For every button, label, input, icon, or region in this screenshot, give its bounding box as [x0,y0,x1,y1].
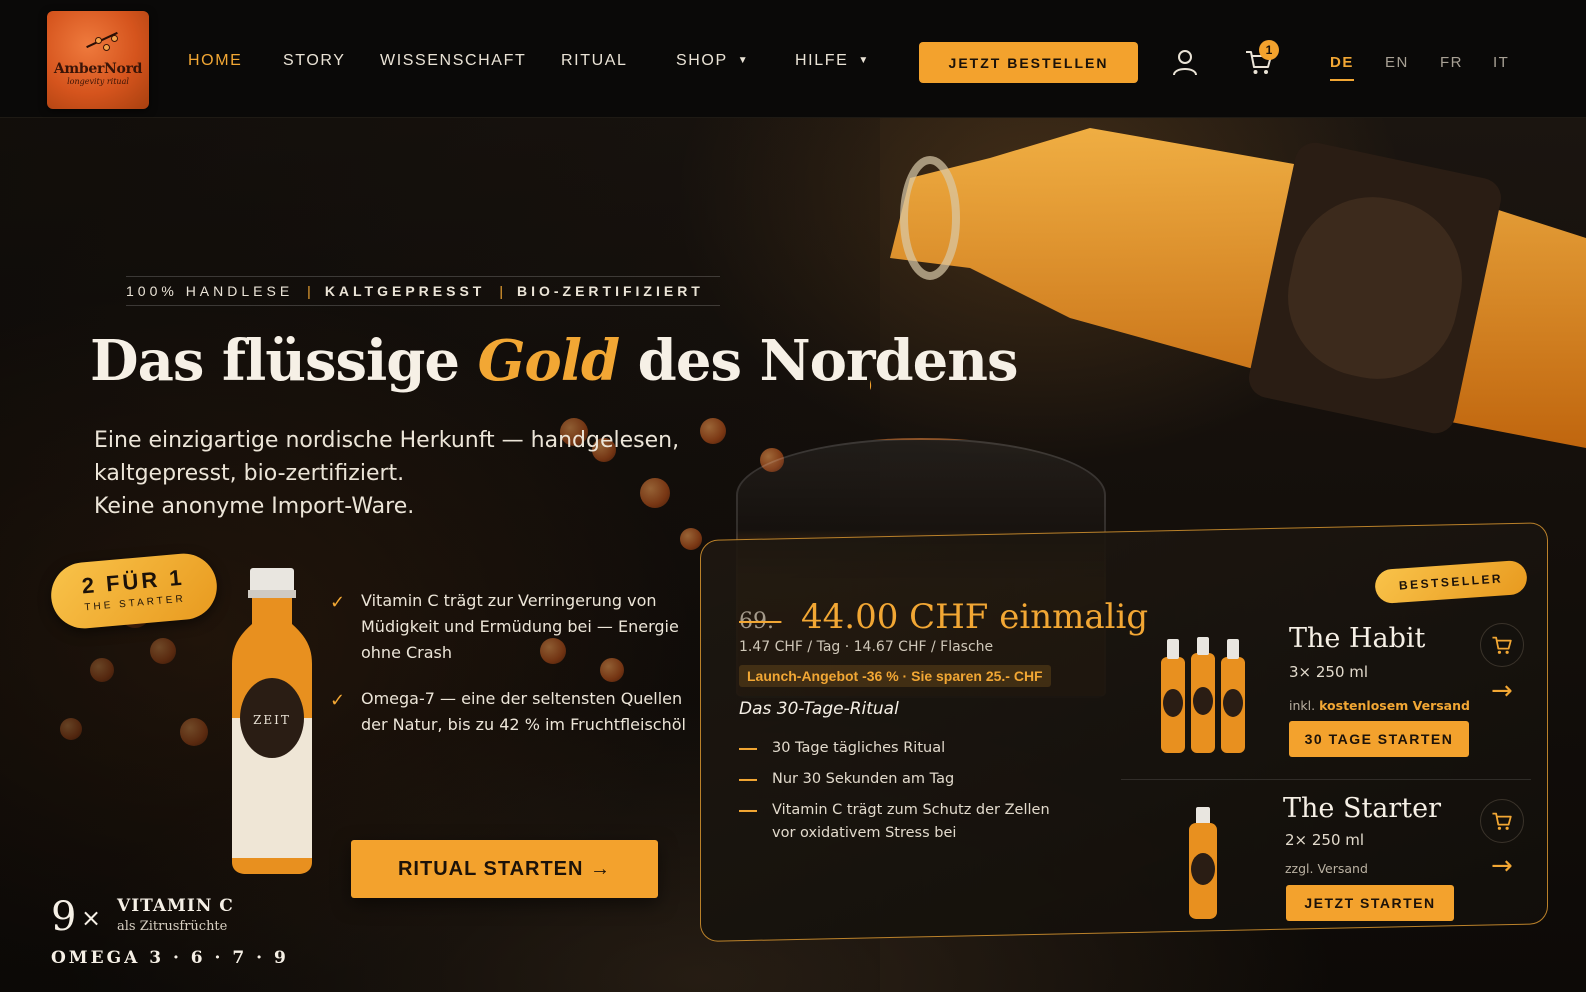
benefit-item: ✓ Vitamin C trägt zur Verringerung von M… [330,588,690,666]
shipping-prefix: inkl. [1289,697,1316,713]
cart-count-badge: 1 [1259,40,1279,60]
nav-home[interactable]: HOME [188,52,242,74]
cart-icon [1492,636,1512,654]
offer-panel: 69.- 44.00 CHF einmalig 1.47 CHF / Tag ·… [700,522,1548,942]
lang-de[interactable]: DE [1330,54,1354,71]
add-to-cart-starter[interactable] [1480,798,1524,843]
subline-2: kaltgepresst, bio-zertifiziert. [94,461,405,486]
product-name-starter: The Starter [1283,792,1442,824]
nav-shop-label: SHOP [676,52,728,69]
product-divider [1121,778,1531,780]
headline-pre: Das flüssige [90,328,460,394]
nav-ritual[interactable]: RITUAL [561,52,628,74]
bestseller-badge: BESTSELLER [1373,559,1529,605]
lang-fr[interactable]: FR [1440,54,1463,71]
product-size-habit: 3× 250 ml [1289,662,1369,681]
stat-subtitle: als Zitrusfrüchte [117,919,228,934]
shipping-highlight: kostenlosem Versand [1319,697,1470,713]
logo-brand-text: AmberNord [53,61,143,77]
product-name-habit: The Habit [1289,622,1426,654]
shipping-starter: zzgl. Versand [1285,860,1368,876]
shipping-habit: inkl. kostenlosem Versand [1289,698,1470,713]
nav-hilfe[interactable]: HILFE ▼ [795,52,870,74]
tagline-bio: BIO-ZERTIFIZIERT [516,283,704,299]
benefit-text: Omega-7 — eine der seltensten Quellen de… [361,689,686,734]
ritual-feature: 30 Tage tägliches Ritual [739,737,1069,760]
check-icon: ✓ [330,592,346,613]
stat-omega: OMEGA 3 · 6 · 7 · 9 [51,948,289,968]
stat-times: × [81,904,102,932]
current-price: 44.00 CHF einmalig [801,596,1149,637]
add-to-cart-habit[interactable] [1480,622,1524,667]
headline-gold: Gold [477,328,621,394]
subline-1: Eine einzigartige nordische Herkunft — h… [94,428,680,453]
nav-hilfe-label: HILFE [795,52,849,69]
lang-it[interactable]: IT [1493,54,1509,71]
chevron-down-icon: ▼ [858,55,870,66]
product-bottle-image: ZEIT [232,568,312,874]
benefit-item: ✓ Omega-7 — eine der seltensten Quellen … [330,686,690,738]
cart-icon [1492,812,1512,830]
ritual-feature: Nur 30 Sekunden am Tag [739,768,1069,791]
benefit-text: Vitamin C trägt zur Verringerung von Müd… [361,591,679,662]
benefit-list: ✓ Vitamin C trägt zur Verringerung von M… [330,588,690,758]
lang-en[interactable]: EN [1385,54,1409,71]
order-now-button[interactable]: JETZT BESTELLEN [919,42,1138,83]
user-icon[interactable] [1172,48,1198,76]
brand-logo[interactable]: AmberNord longevity ritual [47,11,149,109]
hero-headline: Das flüssige Gold des Nordens [90,328,1019,394]
unit-price: 1.47 CHF / Tag · 14.67 CHF / Flasche [739,638,994,655]
tagline-handlese: 100% HANDLESE [126,283,294,299]
habit-bottles-image [1161,636,1245,753]
start-ritual-button[interactable]: RITUAL STARTEN → [351,840,658,898]
svg-text:ZEIT: ZEIT [253,713,291,727]
active-language-indicator [1330,79,1354,81]
stat-title: VITAMIN C [117,896,234,916]
starter-bottle-image [1189,806,1217,919]
old-price: 69.- [739,608,782,634]
arrow-right-icon[interactable]: → [1491,851,1513,881]
ritual-feature: Vitamin C trägt zum Schutz der Zellen vo… [739,799,1069,845]
hero-subline: Eine einzigartige nordische Herkunft — h… [94,424,734,523]
launch-offer-badge: Launch-Angebot -36 % · Sie sparen 25.- C… [739,664,1051,687]
top-navigation: AmberNord longevity ritual HOME STORY WI… [0,0,1586,118]
starter-start-button[interactable]: JETZT STARTEN [1286,884,1454,921]
headline-post: des Nordens [637,328,1019,394]
product-size-starter: 2× 250 ml [1285,830,1365,849]
nutrient-stat: 9 × VITAMIN C als Zitrusfrüchte OMEGA 3 … [51,890,286,980]
subline-3: Keine anonyme Import-Ware. [94,494,415,519]
chevron-down-icon: ▼ [737,55,750,66]
check-icon: ✓ [330,690,346,711]
nav-story[interactable]: STORY [283,52,346,74]
stat-number: 9 [51,894,77,940]
ritual-feature-list: 30 Tage tägliches Ritual Nur 30 Sekunden… [739,737,1069,853]
nav-wissenschaft[interactable]: WISSENSCHAFT [380,52,526,74]
ritual-title: Das 30-Tage-Ritual [739,698,899,719]
trust-tagline: 100% HANDLESE | KALTGEPRESST | BIO-ZERTI… [126,276,720,306]
habit-start-button[interactable]: 30 TAGE STARTEN [1289,720,1469,757]
logo-sub-text: longevity ritual [67,77,129,86]
tagline-kaltgepresst: KALTGEPRESST [324,283,486,299]
nav-shop[interactable]: SHOP ▼ [676,52,749,74]
arrow-right-icon[interactable]: → [1491,676,1513,706]
